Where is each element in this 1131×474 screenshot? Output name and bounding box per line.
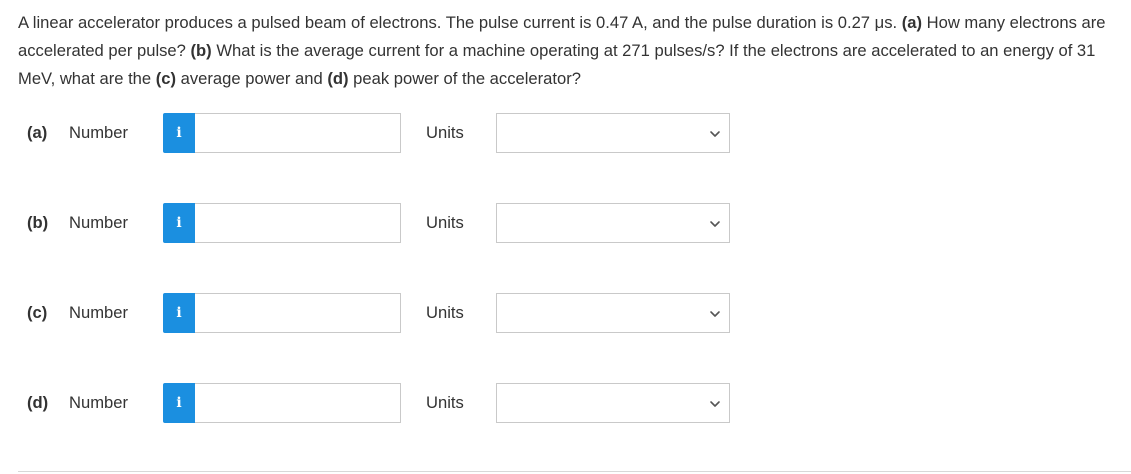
units-label-d: Units [426,393,464,412]
question-part-4: average power and [176,69,328,88]
units-select-a[interactable] [496,113,730,153]
info-button-d[interactable]: i [163,383,195,423]
part-label-d: (d) [27,393,49,412]
info-button-a[interactable]: i [163,113,195,153]
info-icon: i [176,305,182,321]
question-tag-c: (c) [155,69,177,88]
part-label-a: (a) [27,123,48,142]
question-part-1: A linear accelerator produces a pulsed b… [18,13,902,32]
number-input-c[interactable] [195,293,401,333]
question-text: A linear accelerator produces a pulsed b… [18,9,1123,93]
number-label-c: Number [69,303,129,322]
info-button-c[interactable]: i [163,293,195,333]
chevron-down-icon [710,401,720,407]
number-input-b[interactable] [195,203,401,243]
number-label-d: Number [69,393,129,412]
units-label-c: Units [426,303,464,322]
number-input-a[interactable] [195,113,401,153]
number-label-b: Number [69,213,129,232]
chevron-down-icon [710,131,720,137]
info-icon: i [176,395,182,411]
units-select-c[interactable] [496,293,730,333]
part-label-b: (b) [27,213,49,232]
units-select-b[interactable] [496,203,730,243]
info-icon: i [176,215,182,231]
number-label-a: Number [69,123,129,142]
question-tag-b: (b) [190,41,212,60]
number-input-d[interactable] [195,383,401,423]
bottom-divider [18,471,1131,472]
info-icon: i [176,125,182,141]
units-label-b: Units [426,213,464,232]
chevron-down-icon [710,221,720,227]
question-part-5: peak power of the accelerator? [348,69,581,88]
chevron-down-icon [710,311,720,317]
units-label-a: Units [426,123,464,142]
part-label-c: (c) [27,303,48,322]
units-select-d[interactable] [496,383,730,423]
question-tag-d: (d) [327,69,349,88]
question-tag-a: (a) [901,13,922,32]
info-button-b[interactable]: i [163,203,195,243]
